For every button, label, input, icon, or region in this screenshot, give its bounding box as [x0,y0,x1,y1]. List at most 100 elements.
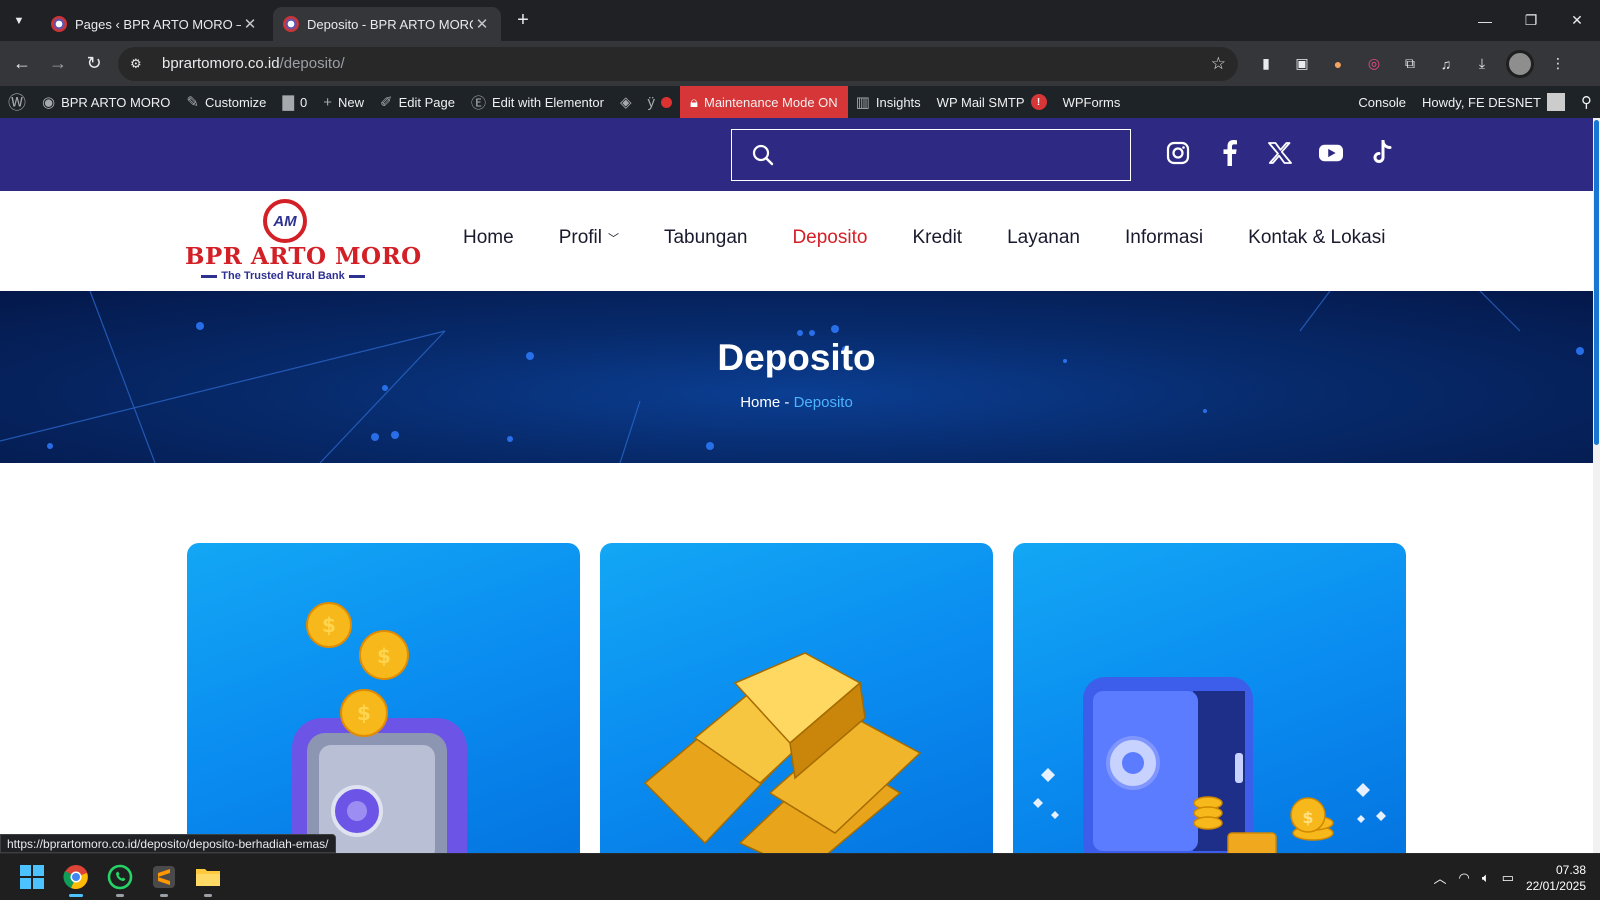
admin-search-icon[interactable]: ⚲ [1573,86,1600,118]
insights-label: Insights [875,94,921,110]
close-window-icon[interactable]: ✕ [1554,0,1600,41]
deposit-card-berhadiah-emas[interactable]: $ $ $ [187,543,580,863]
x-twitter-icon[interactable] [1268,140,1292,166]
breadcrumb-home[interactable]: Home [740,394,780,411]
site-name-label: BPR ARTO MORO [61,94,171,110]
link-status-bubble: https://bprartomoro.co.id/deposito/depos… [0,834,336,853]
admin-edit-page[interactable]: ✐ Edit Page [372,86,463,118]
profile-avatar[interactable] [1506,49,1534,78]
restore-icon[interactable]: ❐ [1508,0,1554,41]
svg-text:$: $ [357,701,371,725]
wifi-icon[interactable]: ◠ [1458,870,1469,886]
instagram-icon[interactable] [1166,140,1190,166]
vault-safe-illustration: $ [1033,677,1386,863]
admin-diamond[interactable]: ◈ [612,86,640,118]
maintenance-label: Maintenance Mode ON [703,94,838,110]
tab-close-icon[interactable]: ✕ [473,15,491,33]
address-bar[interactable]: ⚙ bprartomoro.co.id/deposito/ ☆ [118,46,1238,81]
window-controls: — ❐ ✕ [1462,0,1600,41]
comments-count: 0 [299,94,308,110]
new-tab-button[interactable]: + [509,7,537,35]
admin-insights[interactable]: ▥ Insights [848,86,929,118]
chrome-taskbar-icon[interactable] [62,863,90,897]
windows-start-icon[interactable] [18,863,46,891]
plus-icon: + [323,93,332,111]
admin-wp-mail-smtp[interactable]: WP Mail SMTP! [929,86,1055,118]
volume-icon[interactable]: 🔈︎ [1482,870,1490,886]
nav-label: Kredit [912,227,963,248]
elementor-icon: Ⓔ [470,94,486,112]
minimize-icon[interactable]: — [1462,0,1508,41]
breadcrumb-current: Deposito [793,394,853,411]
browser-menu-icon[interactable]: ⋮ [1546,52,1570,76]
whatsapp-taskbar-icon[interactable] [106,863,134,897]
extensions-puzzle-icon[interactable]: ⧉ [1398,52,1422,76]
clock-time: 07.38 [1555,862,1586,877]
nav-profil[interactable]: Profil ﹀ [559,227,619,249]
page-title: Deposito [717,337,876,378]
admin-account[interactable]: Howdy, FE DESNET [1414,86,1573,118]
nav-kontak-lokasi[interactable]: Kontak & Lokasi [1248,227,1385,249]
tab-deposito[interactable]: Deposito - BPR ARTO MORO ✕ [273,7,501,41]
site-search-input[interactable] [731,129,1131,181]
bookmark-star-icon[interactable]: ☆ [1211,54,1226,74]
nav-informasi[interactable]: Informasi [1125,227,1203,249]
back-icon[interactable]: ← [4,46,40,82]
tab-pages[interactable]: Pages ‹ BPR ARTO MORO — WordPress ✕ [41,7,269,41]
page-scrollbar[interactable] [1593,118,1600,853]
deposit-cards: $ $ $ $ [187,543,1407,863]
flame-extension-icon[interactable]: ● [1326,52,1350,76]
docs-extension-icon[interactable]: ▮ [1254,52,1278,76]
youtube-icon[interactable] [1319,140,1343,166]
browser-toolbar: ← → ↻ ⚙ bprartomoro.co.id/deposito/ ☆ ▮ … [0,41,1600,86]
tab-close-icon[interactable]: ✕ [241,15,259,33]
file-explorer-taskbar-icon[interactable] [194,863,222,897]
nav-tabungan[interactable]: Tabungan [664,227,747,249]
nav-kredit[interactable]: Kredit [912,227,962,249]
screen-extension-icon[interactable]: ▣ [1290,52,1314,76]
tiktok-icon[interactable] [1370,140,1394,166]
admin-wpforms[interactable]: WPForms [1055,86,1129,118]
pencil-icon: ✐ [379,94,393,111]
console-label: Console [1358,94,1407,110]
taskbar-clock[interactable]: 07.38 22/01/2025 [1526,862,1586,894]
gold-bars-illustration [643,652,922,863]
bar-chart-icon: ▥ [855,94,870,111]
admin-new[interactable]: + New [315,86,372,118]
battery-icon[interactable]: ▭ [1502,870,1514,886]
chevron-down-icon: ﹀ [607,233,619,245]
color-extension-icon[interactable]: ◎ [1362,52,1386,76]
facebook-icon[interactable] [1217,140,1241,166]
admin-comments[interactable]: ▇ 0 [274,86,315,118]
admin-console[interactable]: Console [1350,86,1414,118]
admin-edit-elementor[interactable]: Ⓔ Edit with Elementor [463,86,612,118]
logo-brand: BPR ARTO MORO [185,243,422,270]
nav-layanan[interactable]: Layanan [1007,227,1080,249]
admin-customize[interactable]: ✎ Customize [178,86,274,118]
new-label: New [337,94,364,110]
media-control-icon[interactable]: ♫ [1434,52,1458,76]
sublime-taskbar-icon[interactable] [150,863,178,897]
yoast-icon: ÿ [647,93,656,111]
forward-icon[interactable]: → [40,46,76,82]
admin-site-name[interactable]: ◉ BPR ARTO MORO [34,86,178,118]
tab-search-chevron-icon[interactable]: ▼ [5,7,33,35]
social-links [1166,140,1394,166]
tray-chevron-up-icon[interactable]: ︿ [1433,868,1446,887]
site-logo[interactable]: AM BPR ARTO MORO The Trusted Rural Bank [185,199,422,284]
download-icon[interactable]: ⤓ [1470,52,1494,76]
nav-deposito[interactable]: Deposito [792,227,867,249]
dashboard-icon: ◉ [42,94,56,111]
reload-icon[interactable]: ↻ [76,46,112,82]
site-info-icon[interactable]: ⚙ [130,56,152,72]
admin-yoast[interactable]: ÿ [640,86,681,118]
wordpress-logo-icon[interactable]: Ⓦ [0,86,34,118]
logo-mark: AM [263,199,307,243]
nav-home[interactable]: Home [463,227,514,249]
deposit-card-gold[interactable] [600,543,993,863]
smtp-label: WP Mail SMTP [936,94,1025,110]
scrollbar-thumb[interactable] [1594,120,1599,445]
lock-icon: 🔒︎ [690,93,698,111]
deposit-card-vault[interactable]: $ [1013,543,1406,863]
admin-maintenance-mode[interactable]: 🔒︎ Maintenance Mode ON [680,86,848,118]
